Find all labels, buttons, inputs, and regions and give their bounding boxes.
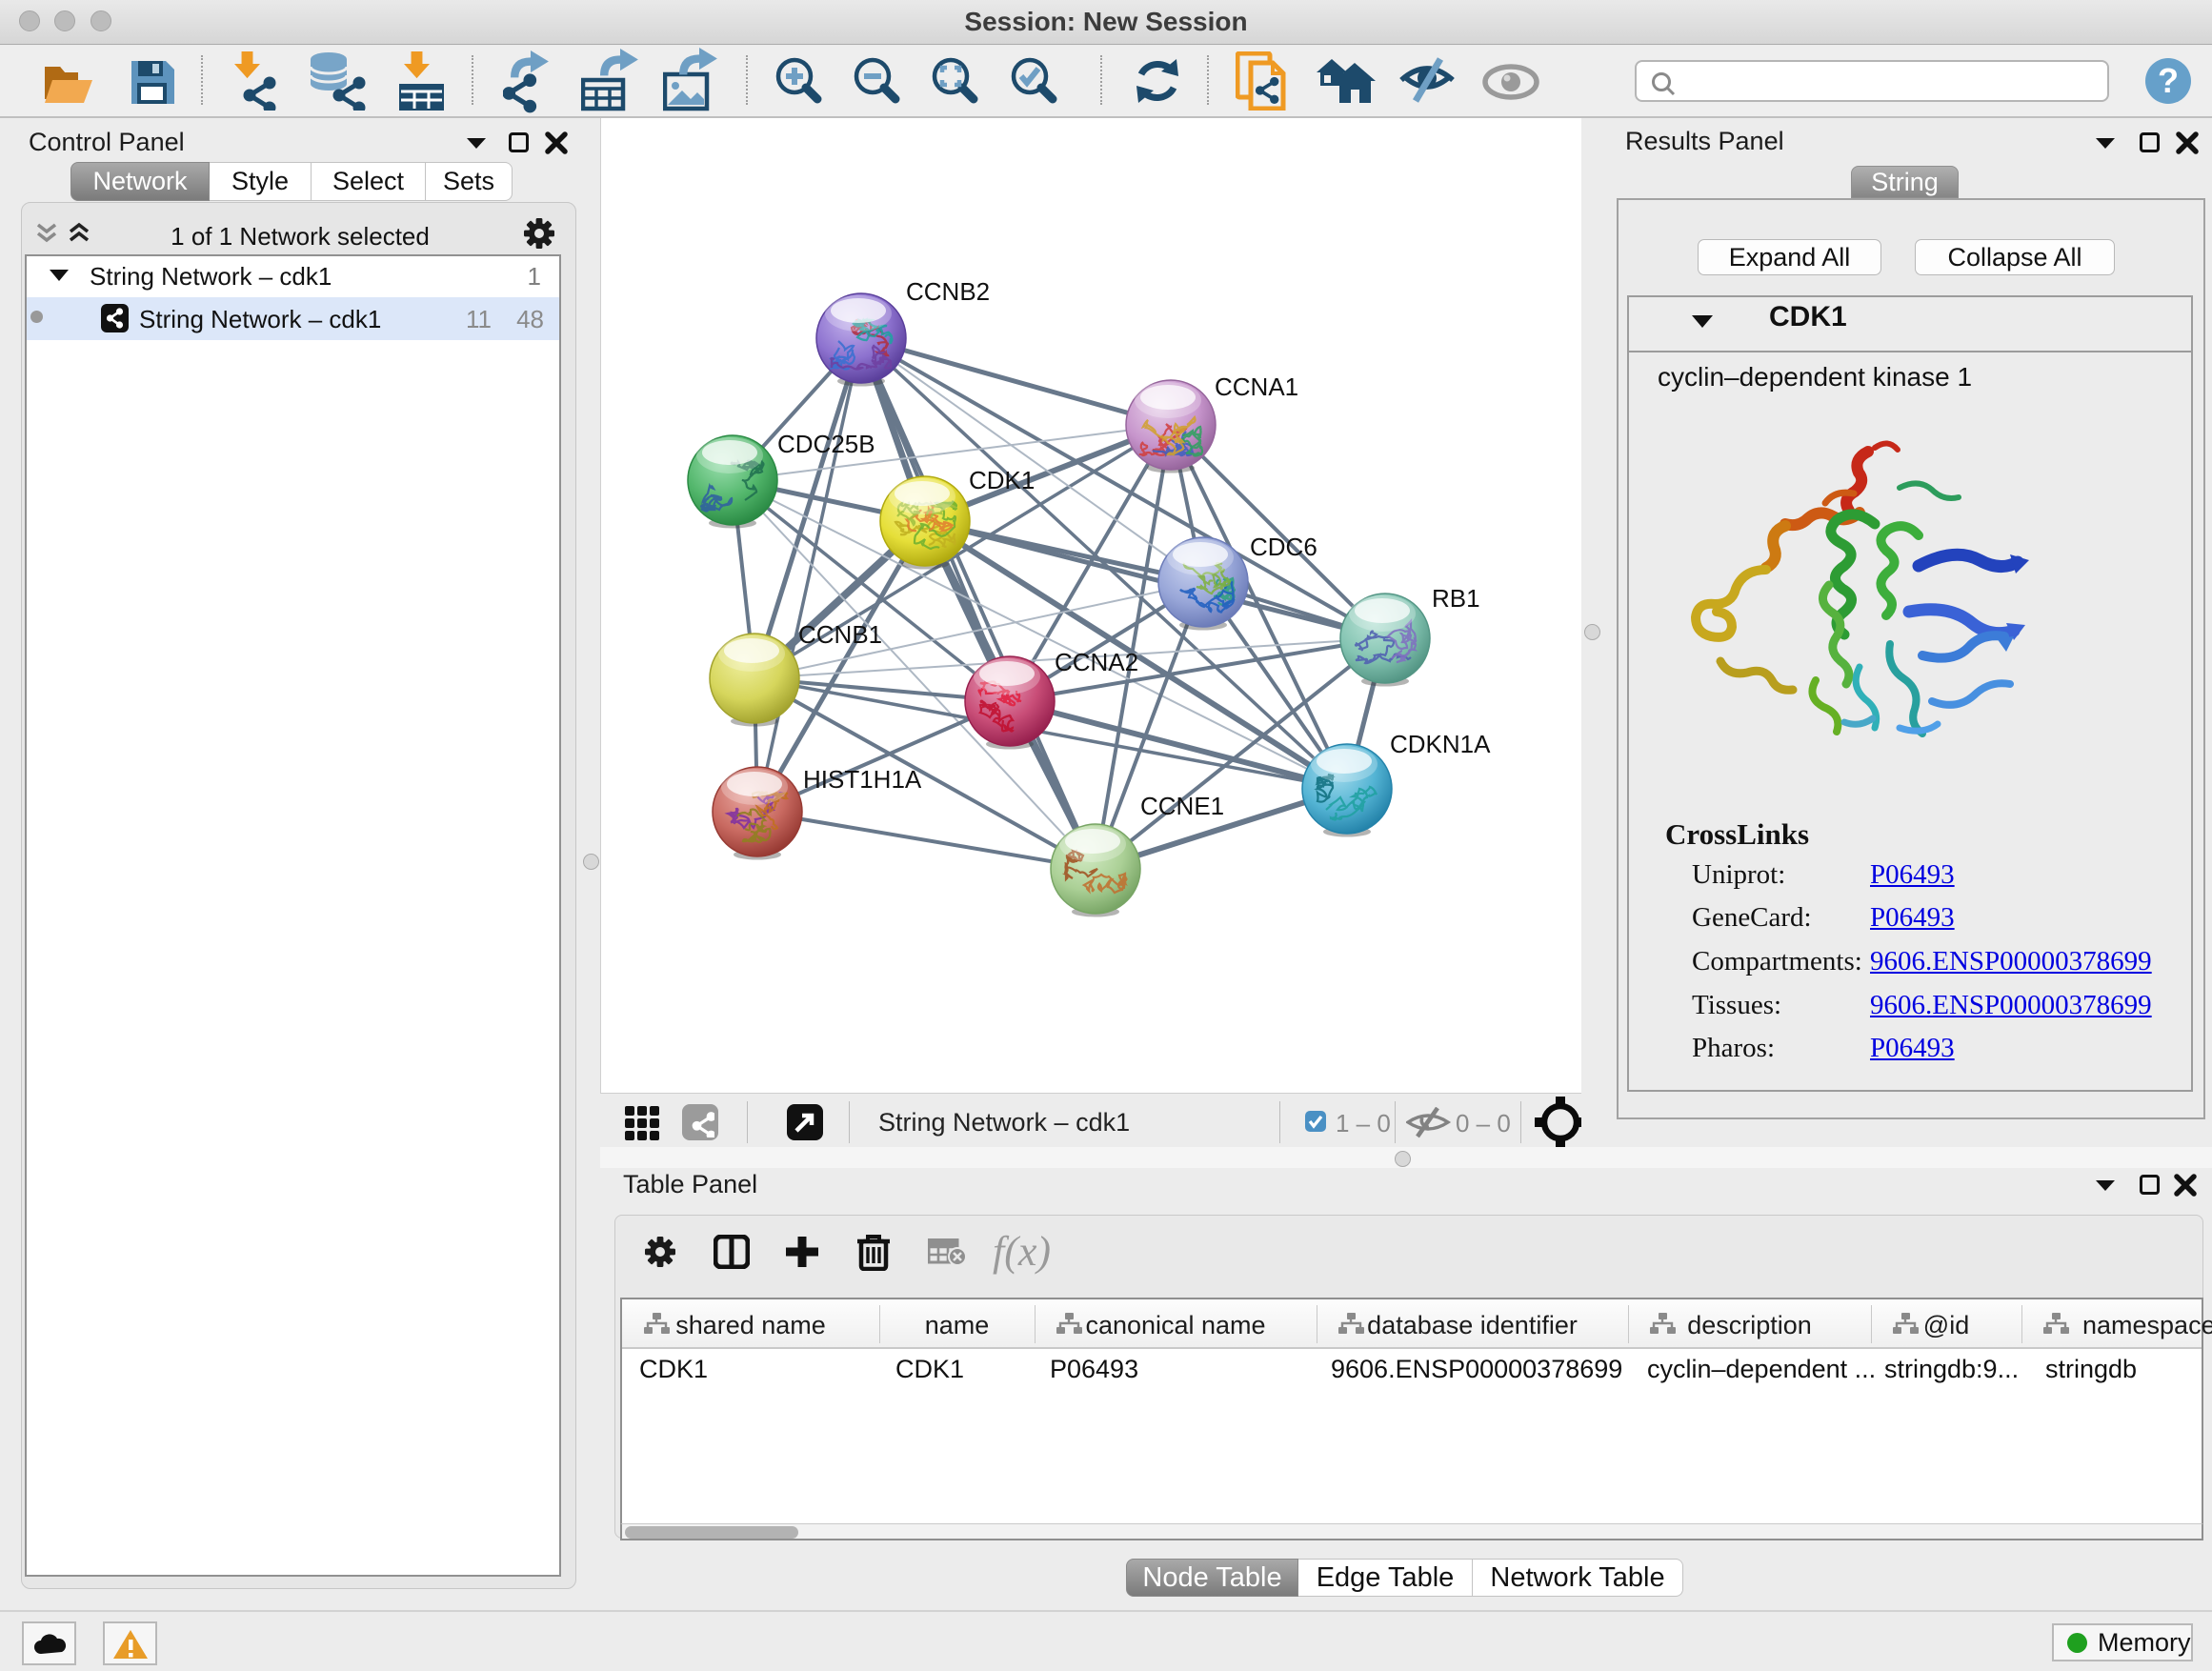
- svg-text:CCNB1: CCNB1: [798, 620, 882, 649]
- svg-text:CDC6: CDC6: [1250, 533, 1317, 561]
- svg-text:CCNA1: CCNA1: [1215, 372, 1298, 401]
- svg-text:CDC25B: CDC25B: [777, 430, 875, 458]
- svg-text:HIST1H1A: HIST1H1A: [803, 765, 922, 794]
- svg-text:CCNA2: CCNA2: [1055, 648, 1138, 676]
- svg-text:CDK1: CDK1: [969, 466, 1035, 494]
- svg-text:CDKN1A: CDKN1A: [1390, 730, 1491, 758]
- svg-text:CCNB2: CCNB2: [906, 277, 990, 306]
- svg-text:RB1: RB1: [1432, 584, 1480, 613]
- svg-text:CCNE1: CCNE1: [1140, 792, 1224, 820]
